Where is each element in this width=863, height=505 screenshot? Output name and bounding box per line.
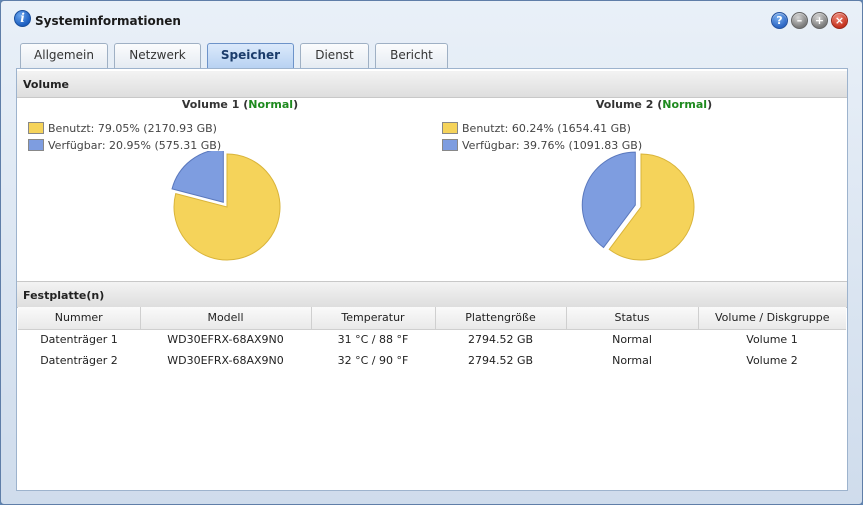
volume-2-pie-chart [581, 151, 695, 261]
volume-2-name: Volume 2 [595, 98, 654, 111]
disk-status: Normal [612, 333, 652, 347]
titlebar: i Systeminformationen ? – + × [1, 1, 862, 39]
disk-size: 2794.52 GB [467, 354, 534, 367]
disk-status: Normal [612, 354, 652, 367]
col-status[interactable]: Status [566, 307, 699, 330]
volume-1-status: Normal [248, 98, 294, 111]
disk-temperature: 31 °C / 88 °F [337, 333, 409, 347]
free-swatch [442, 139, 458, 151]
tab-netzwerk[interactable]: Netzwerk [114, 43, 201, 68]
disk-table-header-row: Nummer Modell Temperatur Plattengröße St… [18, 307, 846, 330]
info-icon: i [14, 10, 31, 27]
disk-size: 2794.52 GB [467, 333, 534, 347]
help-icon[interactable]: ? [771, 12, 788, 29]
disk-model: WD30EFRX-68AX9N0 [167, 354, 284, 367]
volume-2-title: Volume 2 (Normal) [595, 98, 713, 111]
disk-volume: Volume 1 [746, 333, 798, 347]
system-info-window: i Systeminformationen ? – + × Allgemein … [0, 0, 863, 505]
disk-volume: Volume 2 [746, 354, 798, 367]
tab-bericht[interactable]: Bericht [375, 43, 448, 68]
table-row[interactable]: Datenträger 1 WD30EFRX-68AX9N0 31 °C / 8… [18, 329, 846, 350]
tab-dienst[interactable]: Dienst [300, 43, 369, 68]
minimize-icon[interactable]: – [791, 12, 808, 29]
table-row[interactable]: Datenträger 2 WD30EFRX-68AX9N0 32 °C / 9… [18, 350, 846, 371]
disk-section-header: Festplatte(n) [17, 281, 847, 308]
disk-number: Datenträger 1 [40, 333, 118, 347]
disk-temperature: 32 °C / 90 °F [337, 354, 409, 367]
close-icon[interactable]: × [831, 12, 848, 29]
used-swatch [442, 122, 458, 134]
volume-1-pie-chart [171, 151, 281, 261]
col-modell[interactable]: Modell [140, 307, 312, 330]
disk-model: WD30EFRX-68AX9N0 [167, 333, 284, 347]
volume-2-status: Normal [662, 98, 708, 111]
used-swatch [28, 122, 44, 134]
volume-2-used-label: Benutzt: 60.24% (1654.41 GB) [462, 122, 631, 135]
disk-table: Nummer Modell Temperatur Plattengröße St… [18, 307, 846, 371]
volume-1-name: Volume 1 [181, 98, 240, 111]
free-swatch [28, 139, 44, 151]
col-nummer[interactable]: Nummer [18, 307, 141, 330]
storage-panel: Volume Volume 1 (Normal) Benutzt: 79.05%… [16, 68, 848, 491]
disk-number: Datenträger 2 [40, 354, 118, 367]
maximize-icon[interactable]: + [811, 12, 828, 29]
tab-allgemein[interactable]: Allgemein [20, 43, 108, 68]
volume-1-used-label: Benutzt: 79.05% (2170.93 GB) [48, 122, 217, 135]
volume-section-header: Volume [17, 71, 847, 98]
col-plattengroesse[interactable]: Plattengröße [435, 307, 567, 330]
col-temperatur[interactable]: Temperatur [311, 307, 436, 330]
window-title: Systeminformationen [35, 14, 181, 28]
col-volume-diskgruppe[interactable]: Volume / Diskgruppe [698, 307, 846, 330]
tab-speicher[interactable]: Speicher [207, 43, 294, 69]
volume-1-title: Volume 1 (Normal) [181, 98, 299, 111]
